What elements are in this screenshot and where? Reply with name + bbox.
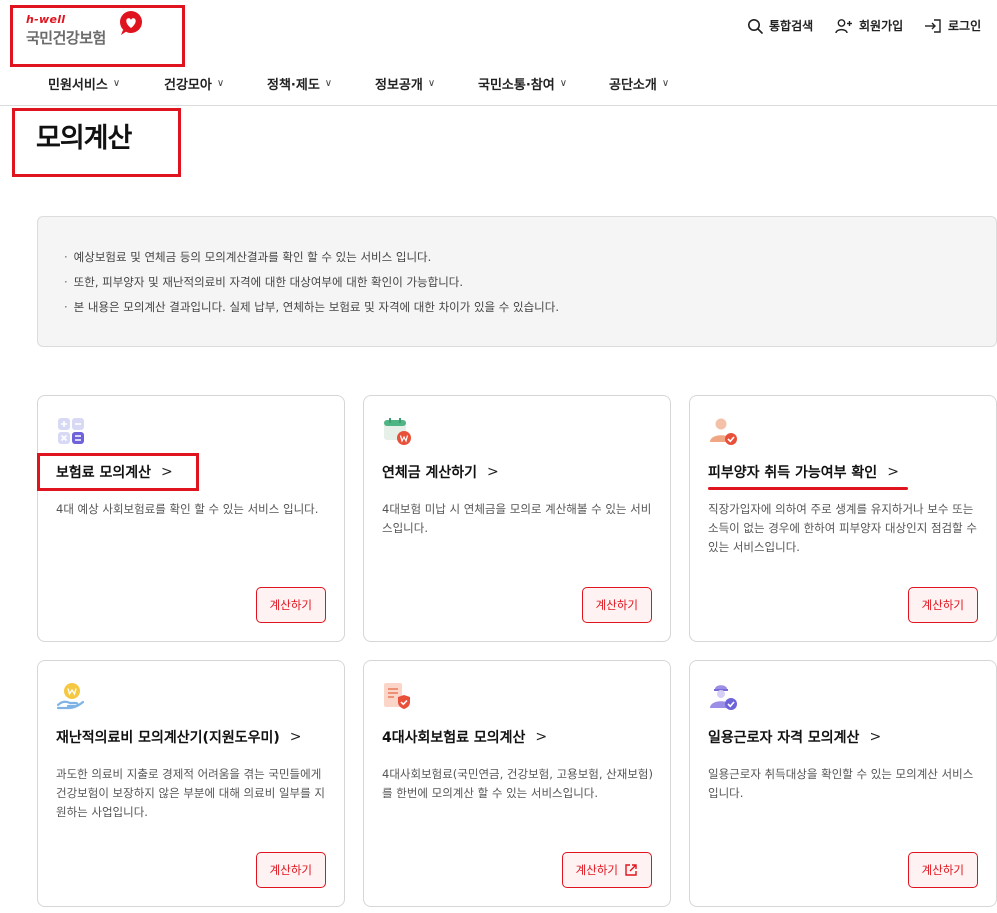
hand-coin-icon [56, 683, 85, 710]
card-title-link[interactable]: 재난적의료비 모의계산기(지원도우미) > [56, 727, 301, 747]
calculate-button-label: 계산하기 [921, 598, 964, 612]
calculate-button[interactable]: 계산하기 [255, 587, 326, 623]
calculate-button-label: 계산하기 [921, 863, 964, 877]
calculate-button[interactable]: 계산하기 [581, 587, 652, 623]
calculate-button-label: 계산하기 [269, 863, 312, 877]
calculate-button-label: 계산하기 [575, 863, 618, 877]
calculate-button[interactable]: 계산하기 [255, 852, 326, 888]
notice-line: 또한, 피부양자 및 재난적의료비 자격에 대한 대상여부에 대한 확인이 가능… [64, 274, 463, 290]
gnb-item-communication[interactable]: 국민소통·참여 ∨ [478, 74, 567, 93]
page-title: 모의계산 [36, 123, 132, 154]
card-title: 4대사회보험료 모의계산 [382, 730, 526, 746]
login-link[interactable]: 로그인 [924, 17, 981, 34]
card-insurance-calc: 보험료 모의계산 > 4대 예상 사회보험료를 확인 할 수 있는 서비스 입니다… [37, 395, 345, 642]
chevron-right-icon: > [869, 729, 882, 745]
card-title-link[interactable]: 4대사회보험료 모의계산 > [382, 727, 547, 747]
card-description: 4대사회보험료(국민연금, 건강보험, 고용보험, 산재보험)를 한번에 모의계… [382, 767, 653, 800]
calculate-button-label: 계산하기 [595, 598, 638, 612]
calculate-button[interactable]: 계산하기 [907, 852, 978, 888]
chevron-right-icon: > [887, 464, 899, 480]
join-link[interactable]: 회원가입 [835, 17, 903, 34]
search-link[interactable]: 통합검색 [747, 17, 813, 34]
main-navigation: 민원서비스 ∨ 건강모아 ∨ 정책·제도 ∨ 정보공개 ∨ 국민소통·참여 ∨ 공단소개 ∨ [0, 58, 997, 106]
join-label: 회원가입 [859, 19, 904, 33]
gnb-item-about[interactable]: 공단소개 ∨ [609, 74, 669, 93]
gnb-item-label: 민원서비스 [48, 78, 108, 93]
notice-box: 예상보험료 및 연체금 등의 모의계산결과를 확인 할 수 있는 서비스 입니다… [37, 216, 997, 347]
logo-name-text: 국민건강보험 [26, 29, 106, 47]
card-title: 재난적의료비 모의계산기(지원도우미) [56, 730, 280, 746]
chevron-down-icon: ∨ [427, 78, 436, 89]
card-catastrophic-medical: 재난적의료비 모의계산기(지원도우미) > 과도한 의료비 지출로 경제적 어려움… [37, 660, 345, 907]
gnb-item-policy[interactable]: 정책·제도 ∨ [267, 74, 332, 93]
logo-hwell-text: h-well [26, 13, 66, 26]
person-check-icon [710, 418, 737, 445]
gnb-item-label: 국민소통·참여 [478, 78, 555, 93]
heart-icon [120, 11, 142, 35]
chevron-down-icon: ∨ [661, 78, 670, 89]
calculate-button[interactable]: 계산하기 [561, 852, 652, 888]
calculate-button-label: 계산하기 [269, 598, 312, 612]
gnb-item-disclosure[interactable]: 정보공개 ∨ [375, 74, 435, 93]
calculator-icon [58, 418, 84, 444]
chevron-down-icon: ∨ [112, 78, 121, 89]
worker-check-icon [710, 685, 737, 710]
card-title: 일용근로자 자격 모의계산 [708, 730, 860, 746]
external-link-icon [625, 864, 637, 876]
card-description: 일용근로자 취득대상을 확인할 수 있는 모의계산 서비스입니다. [708, 767, 974, 800]
card-late-fee-calc: 연체금 계산하기 > 4대보험 미납 시 연체금을 모의로 계산해볼 수 있는 서… [363, 395, 671, 642]
card-description: 과도한 의료비 지출로 경제적 어려움을 겪는 국민들에게 건강보험이 보장하지… [56, 767, 325, 819]
user-plus-icon [835, 18, 852, 33]
card-title-link[interactable]: 연체금 계산하기 > [382, 462, 499, 482]
card-description: 직장가입자에 의하여 주로 생계를 유지하거나 보수 또는 소득이 없는 경우에… [708, 502, 977, 554]
card-title: 연체금 계산하기 [382, 465, 478, 481]
card-title-underline [708, 487, 908, 490]
gnb-item-label: 건강모아 [164, 78, 212, 93]
chevron-down-icon: ∨ [324, 78, 333, 89]
gnb-item-civil-service[interactable]: 민원서비스 ∨ [48, 74, 120, 93]
header: h-well 국민건강보험 통합검색 회원가입 로그인 [0, 0, 997, 67]
login-icon [925, 18, 941, 33]
search-icon [748, 18, 763, 34]
card-description: 4대보험 미납 시 연체금을 모의로 계산해볼 수 있는 서비스입니다. [382, 502, 652, 535]
card-title-link[interactable]: 일용근로자 자격 모의계산 > [708, 727, 881, 747]
card-description: 4대 예상 사회보험료를 확인 할 수 있는 서비스 입니다. [56, 502, 319, 516]
notice-line: 예상보험료 및 연체금 등의 모의계산결과를 확인 할 수 있는 서비스 입니다… [64, 249, 432, 265]
chevron-down-icon: ∨ [559, 78, 568, 89]
card-title-highlight-box [37, 453, 199, 491]
card-title: 피부양자 취득 가능여부 확인 [708, 465, 878, 481]
calculate-button[interactable]: 계산하기 [907, 587, 978, 623]
chevron-right-icon: > [289, 729, 302, 745]
login-label: 로그인 [948, 19, 982, 33]
card-four-insurance-calc: 4대사회보험료 모의계산 > 4대사회보험료(국민연금, 건강보험, 고용보험, … [363, 660, 671, 907]
search-label: 통합검색 [769, 19, 814, 33]
card-title-link[interactable]: 피부양자 취득 가능여부 확인 > [708, 462, 899, 482]
document-shield-icon [384, 683, 410, 709]
calendar-won-icon [384, 418, 411, 445]
gnb-item-health[interactable]: 건강모아 ∨ [164, 74, 224, 93]
chevron-down-icon: ∨ [216, 78, 225, 89]
gnb-item-label: 공단소개 [609, 78, 657, 93]
card-daily-worker-calc: 일용근로자 자격 모의계산 > 일용근로자 취득대상을 확인할 수 있는 모의계산… [689, 660, 997, 907]
notice-line: 본 내용은 모의계산 결과입니다. 실제 납부, 연체하는 보험료 및 자격에 … [64, 299, 559, 315]
card-dependent-check: 피부양자 취득 가능여부 확인 > 직장가입자에 의하여 주로 생계를 유지하거나… [689, 395, 997, 642]
chevron-right-icon: > [487, 464, 499, 480]
gnb-item-label: 정보공개 [375, 78, 423, 93]
gnb-item-label: 정책·제도 [267, 78, 320, 93]
chevron-right-icon: > [535, 729, 548, 745]
